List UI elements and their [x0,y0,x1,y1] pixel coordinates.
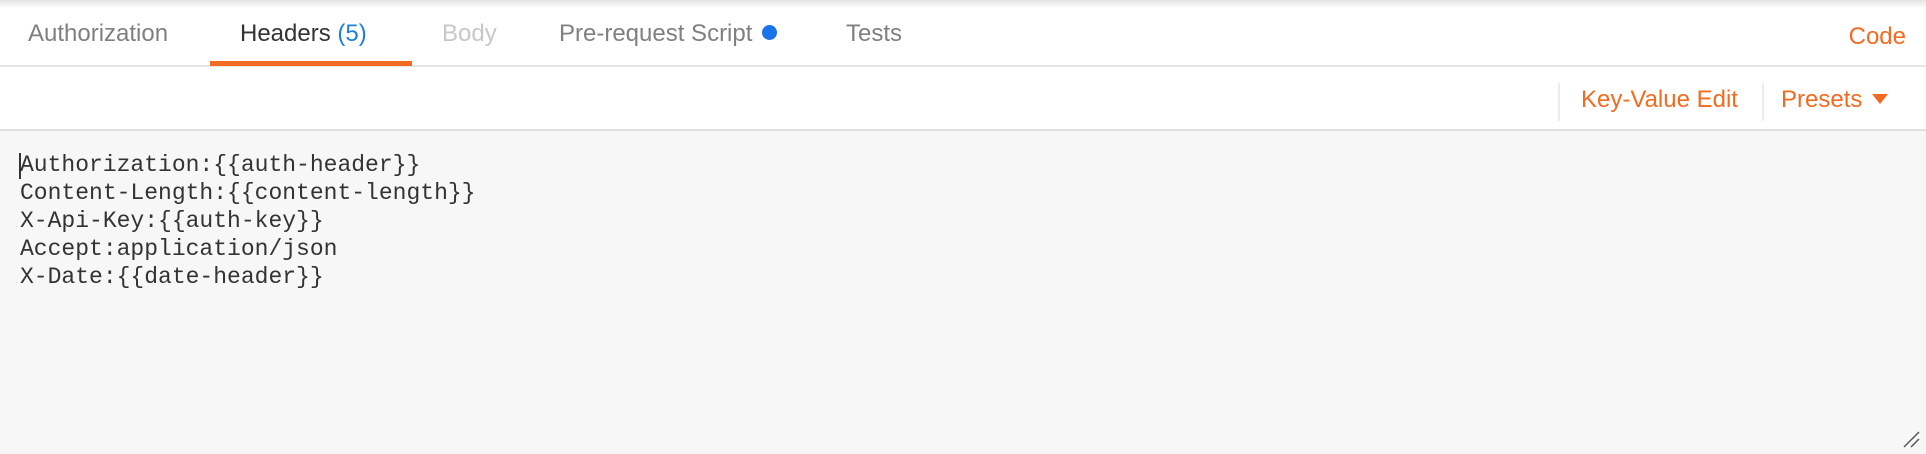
modified-dot-icon [762,25,778,41]
header-line: Authorization:{{auth-header}} [20,152,421,178]
header-line: X-Date:{{date-header}} [20,264,324,290]
tab-headers-label: Headers [240,20,331,47]
tab-pre-request-script-label: Pre-request Script [559,20,753,47]
tab-authorization[interactable]: Authorization [28,8,168,67]
presets-dropdown[interactable]: Presets [1781,67,1889,130]
header-line: Accept:application/json [20,236,338,262]
caret-down-icon [1872,93,1889,104]
top-shadow [0,0,1926,8]
header-line: X-Api-Key:{{auth-key}} [20,208,324,234]
resize-handle-icon[interactable] [1902,430,1920,448]
headers-text: Authorization:{{auth-header}} Content-Len… [20,151,475,291]
request-tabs: Authorization Headers (5) Body Pre-reque… [0,8,1926,67]
key-value-edit-button[interactable]: Key-Value Edit [1581,67,1738,130]
tab-body-label: Body [442,20,497,47]
headers-count-badge: (5) [337,20,367,47]
code-link[interactable]: Code [1849,8,1906,67]
request-panel: Authorization Headers (5) Body Pre-reque… [0,0,1926,454]
toolbar-divider [1558,83,1560,121]
presets-label: Presets [1781,86,1863,113]
header-line: Content-Length:{{content-length}} [20,180,476,206]
tab-pre-request-script[interactable]: Pre-request Script [559,8,778,67]
tab-tests-label: Tests [846,20,903,47]
tab-body[interactable]: Body [442,8,497,67]
headers-toolbar: Key-Value Edit Presets [0,67,1926,130]
bulk-edit-textarea[interactable]: Authorization:{{auth-header}} Content-Len… [0,130,1926,454]
tab-headers[interactable]: Headers (5) [240,8,367,67]
tab-authorization-label: Authorization [28,20,169,47]
tab-tests[interactable]: Tests [846,8,902,67]
toolbar-divider [1762,83,1764,121]
active-tab-indicator [210,61,412,66]
